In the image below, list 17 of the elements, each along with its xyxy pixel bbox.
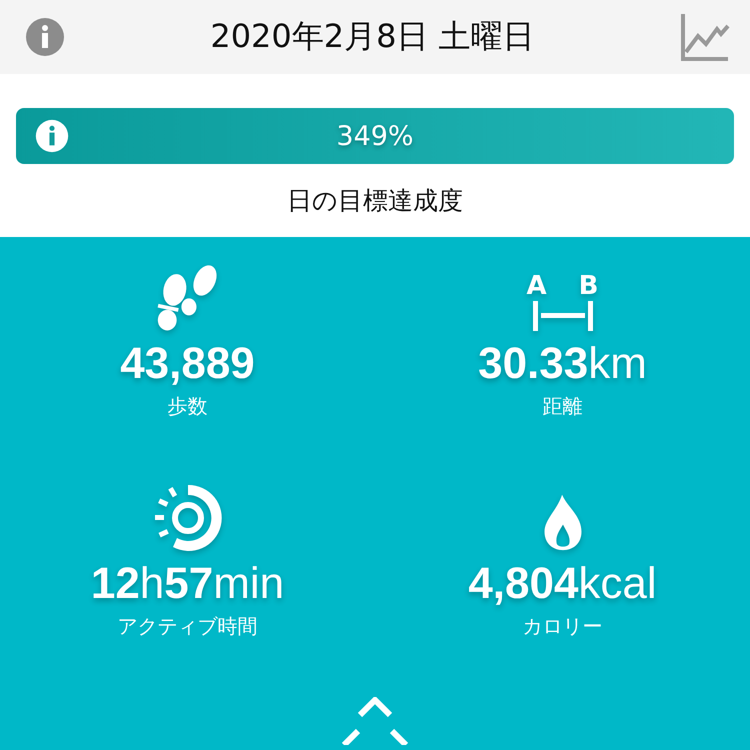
point-label: B: [578, 271, 598, 301]
stat-label: アクティブ時間: [118, 613, 258, 640]
target-icon: [152, 483, 222, 553]
stat-label: カロリー: [522, 613, 602, 640]
stat-value: 4,804kcal: [468, 559, 657, 609]
chevron-up-icon[interactable]: [340, 697, 410, 745]
date-title: 2020年2月8日 土曜日: [210, 16, 535, 57]
line-chart-icon[interactable]: [680, 12, 730, 62]
point-label: A: [526, 271, 547, 301]
stat-value: 43,889: [120, 339, 255, 389]
stat-label: 歩数: [168, 393, 208, 420]
stat-label: 距離: [542, 393, 582, 420]
info-icon[interactable]: [25, 17, 65, 57]
stat-value: 30.33km: [478, 339, 647, 389]
distance-icon: [530, 301, 594, 333]
stat-value: 12h57min: [90, 559, 284, 609]
goal-label: 日の目標達成度: [286, 185, 464, 217]
